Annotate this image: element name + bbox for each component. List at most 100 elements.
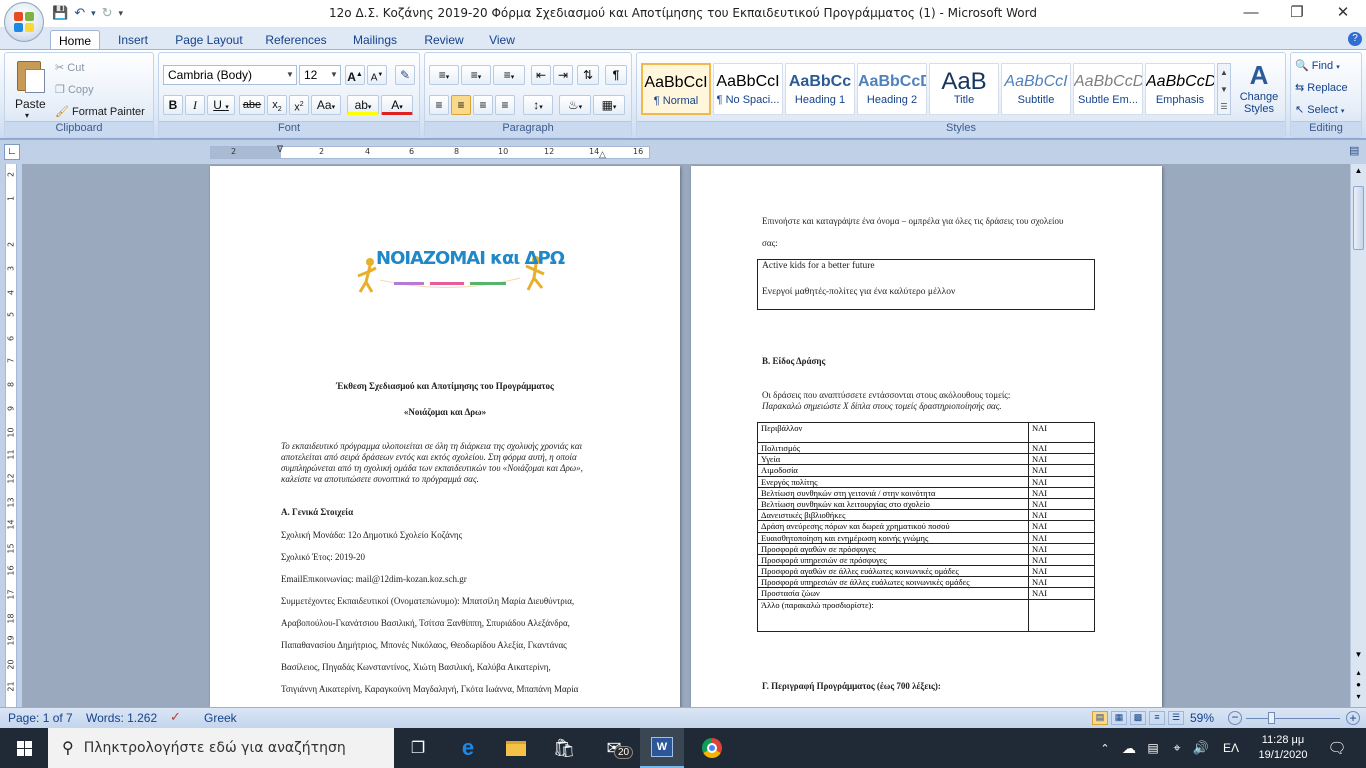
chrome-icon[interactable] — [690, 728, 734, 768]
indent-marker[interactable]: ∇ — [277, 144, 286, 161]
answer-cell[interactable]: ΝΑΙ — [1028, 553, 1095, 567]
subscript-button[interactable]: x2 — [267, 95, 287, 115]
answer-cell[interactable]: ΝΑΙ — [1028, 422, 1095, 443]
clear-formatting-button[interactable]: ✎ — [395, 65, 415, 85]
shading-button[interactable]: ♨▾ — [559, 95, 591, 115]
font-color-button[interactable]: A▾ — [381, 95, 413, 115]
justify-button[interactable]: ≡ — [495, 95, 515, 115]
store-icon[interactable]: 🛍 — [544, 728, 584, 768]
select-button[interactable]: ↖ Select ▾ — [1295, 103, 1344, 116]
horizontal-ruler[interactable]: 2 2 4 6 8 10 12 14 16 ∇ △ — [210, 144, 650, 161]
domain-cell[interactable]: Υγεία — [757, 453, 1029, 466]
answer-cell[interactable]: ΝΑΙ — [1028, 475, 1095, 488]
answer-cell[interactable]: ΝΑΙ — [1028, 464, 1095, 477]
page-2[interactable]: Επινοήστε και καταγράψτε ένα όνομα – ομπ… — [691, 166, 1162, 707]
shrink-font-button[interactable]: A▼ — [367, 65, 387, 85]
vertical-scrollbar[interactable]: ▲ ▼ ▴ ● ▾ — [1350, 164, 1366, 707]
style-emphasis[interactable]: AaBbCcD Emphasis — [1145, 63, 1215, 115]
wifi-icon[interactable]: ⌖ — [1166, 728, 1188, 768]
strikethrough-button[interactable]: abe — [239, 95, 265, 115]
domain-cell[interactable]: Προσφορά υπηρεσιών σε πρόσφυγες — [757, 553, 1029, 567]
align-center-button[interactable]: ≡ — [451, 95, 471, 115]
zoom-slider-track[interactable] — [1246, 718, 1340, 719]
zoom-level[interactable]: 59% — [1190, 711, 1214, 725]
draft-icon[interactable]: ☰ — [1168, 711, 1184, 725]
tab-page-layout[interactable]: Page Layout — [168, 30, 250, 50]
change-case-button[interactable]: Aa▾ — [311, 95, 341, 115]
show-formatting-button[interactable]: ¶ — [605, 65, 627, 85]
domain-cell[interactable]: Ενεργός πολίτης — [757, 475, 1029, 488]
replace-button[interactable]: ⇆ Replace — [1295, 81, 1348, 94]
style-heading-1[interactable]: AaBbCc Heading 1 — [785, 63, 855, 115]
right-indent-marker[interactable]: △ — [599, 149, 607, 159]
grow-font-button[interactable]: A▲ — [345, 65, 365, 85]
cut-button[interactable]: ✂ Cut — [55, 61, 84, 74]
numbering-button[interactable]: ≡▾ — [461, 65, 491, 85]
save-icon[interactable]: 💾 — [52, 5, 68, 21]
task-view-icon[interactable]: ❐ — [400, 728, 436, 768]
superscript-button[interactable]: x2 — [289, 95, 309, 115]
domain-cell[interactable]: Ευαισθητοποίηση και ενημέρωση κοινής γνώ… — [757, 531, 1029, 544]
scroll-down-icon[interactable]: ▼ — [1352, 650, 1365, 662]
style-normal[interactable]: AaBbCcI ¶ Normal — [641, 63, 711, 115]
answer-cell[interactable]: ΝΑΙ — [1028, 576, 1095, 589]
clock[interactable]: 11:28 μμ 19/1/2020 — [1248, 728, 1318, 768]
help-icon[interactable]: ? — [1348, 32, 1362, 46]
domain-cell[interactable]: Αιμοδοσία — [757, 464, 1029, 477]
edge-icon[interactable]: e — [448, 728, 488, 768]
borders-button[interactable]: ▦▾ — [593, 95, 625, 115]
document-area[interactable]: ΝΟΙΑΖΟΜΑΙ και ΔΡΩ Έκθεση Σχεδιασμού και … — [22, 164, 1350, 707]
domain-cell[interactable]: Δράση ανεύρεσης πόρων και δωρεά χρηματικ… — [757, 520, 1029, 533]
scroll-thumb[interactable] — [1353, 186, 1364, 250]
decrease-indent-button[interactable]: ⇤ — [531, 65, 551, 85]
proofing-icon[interactable]: ✓ — [170, 709, 181, 725]
zoom-in-icon[interactable]: + — [1346, 711, 1360, 725]
input-language[interactable]: ΕΛ — [1216, 728, 1246, 768]
copy-button[interactable]: ❐ Copy — [55, 83, 94, 96]
start-button[interactable] — [0, 728, 48, 768]
domain-cell[interactable]: Προσφορά υπηρεσιών σε άλλες ευάλωτες κοι… — [757, 576, 1029, 589]
style-no-spacing[interactable]: AaBbCcI ¶ No Spaci... — [713, 63, 783, 115]
minimize-button[interactable]: — — [1228, 0, 1274, 28]
word-taskbar-icon[interactable]: W — [640, 728, 684, 768]
change-styles-button[interactable]: A Change Styles — [1235, 59, 1283, 119]
tab-insert[interactable]: Insert — [110, 30, 156, 50]
domain-cell[interactable]: Προσφορά αγαθών σε άλλες ευάλωτες κοινων… — [757, 565, 1029, 578]
file-explorer-icon[interactable] — [496, 728, 536, 768]
answer-cell[interactable] — [1028, 598, 1095, 632]
increase-indent-button[interactable]: ⇥ — [553, 65, 573, 85]
paste-dropdown-icon[interactable]: ▾ — [25, 111, 29, 120]
maximize-button[interactable]: ❐ — [1274, 0, 1320, 28]
sort-button[interactable]: ⇅ — [577, 65, 599, 85]
domain-cell[interactable]: Βελτίωση συνθηκών στη γειτονιά / στην κο… — [757, 486, 1029, 499]
format-painter-button[interactable]: 🖌 Format Painter — [55, 105, 145, 118]
undo-icon[interactable]: ↶ — [74, 5, 85, 21]
style-subtitle[interactable]: AaBbCcI Subtitle — [1001, 63, 1071, 115]
redo-icon[interactable]: ↻ — [102, 5, 113, 21]
highlight-button[interactable]: ab▾ — [347, 95, 379, 115]
answer-cell[interactable]: ΝΑΙ — [1028, 509, 1095, 522]
multilevel-list-button[interactable]: ≡▾ — [493, 65, 525, 85]
style-subtle-emphasis[interactable]: AaBbCcD Subtle Em... — [1073, 63, 1143, 115]
outline-icon[interactable]: ≡ — [1149, 711, 1165, 725]
font-family-combo[interactable]: Cambria (Body) ▼ — [163, 65, 297, 85]
zoom-out-icon[interactable]: − — [1228, 711, 1242, 725]
full-screen-reading-icon[interactable]: ▦ — [1111, 711, 1127, 725]
page-1[interactable]: ΝΟΙΑΖΟΜΑΙ και ΔΡΩ Έκθεση Σχεδιασμού και … — [210, 166, 680, 707]
language-indicator[interactable]: Greek — [204, 711, 237, 725]
tab-review[interactable]: Review — [418, 30, 470, 50]
tab-selector[interactable]: ∟ — [4, 144, 20, 160]
answer-cell[interactable]: ΝΑΙ — [1028, 441, 1095, 455]
bullets-button[interactable]: ≡▾ — [429, 65, 459, 85]
answer-cell[interactable]: ΝΑΙ — [1028, 453, 1095, 466]
volume-icon[interactable]: 🔊 — [1190, 728, 1212, 768]
vertical-ruler[interactable]: 2 1 2 3 4 5 6 7 8 9 10 11 12 13 14 15 16… — [0, 164, 22, 707]
underline-button[interactable]: U ▾ — [207, 95, 235, 115]
answer-cell[interactable]: ΝΑΙ — [1028, 587, 1095, 600]
undo-dropdown-icon[interactable]: ▾ — [91, 8, 96, 19]
style-heading-2[interactable]: AaBbCcD Heading 2 — [857, 63, 927, 115]
domain-cell[interactable]: Δανειστικές βιβλιοθήκες — [757, 509, 1029, 522]
tab-mailings[interactable]: Mailings — [344, 30, 406, 50]
domain-cell[interactable]: Πολιτισμός — [757, 441, 1029, 455]
italic-button[interactable]: I — [185, 95, 205, 115]
